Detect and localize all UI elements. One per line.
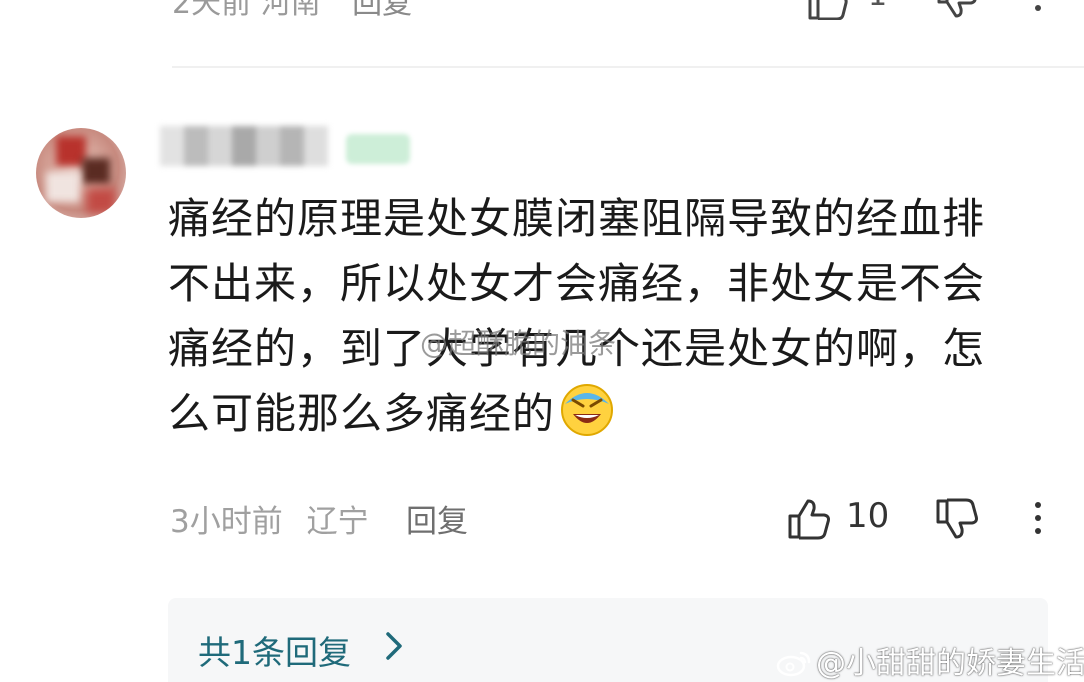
chevron-right-icon xyxy=(386,632,402,660)
more-vertical-icon[interactable] xyxy=(1028,0,1048,18)
user-level-badge xyxy=(346,134,410,164)
more-vertical-icon[interactable] xyxy=(1028,496,1048,542)
thumbs-down-icon[interactable] xyxy=(935,0,979,20)
comment-text: 痛经的原理是处女膜闭塞阻隔导致的经血排 不出来，所以处女才会痛经，非处女是不会 … xyxy=(168,186,1048,446)
previous-comment-meta: 2天前 河南 回复 xyxy=(172,0,412,22)
like-count: 10 xyxy=(846,496,890,536)
thumbs-up-icon[interactable] xyxy=(806,0,850,20)
comment-location: 辽宁 xyxy=(306,504,369,540)
comment-line-1: 痛经的原理是处女膜闭塞阻隔导致的经血排 xyxy=(168,194,986,243)
grinning-face-icon xyxy=(561,384,614,436)
overlay-watermark: @超酥脆的油条 xyxy=(420,327,617,360)
comment-line-4: 么可能那么多痛经的 xyxy=(168,381,1048,446)
watermark-text: @小甜甜的娇妻生活 xyxy=(816,646,1084,681)
weibo-watermark: @小甜甜的娇妻生活 xyxy=(776,638,1084,682)
avatar[interactable] xyxy=(36,128,126,218)
comment-time: 3小时前 xyxy=(170,504,283,540)
replies-count-label: 共1条回复 xyxy=(198,633,351,672)
comment-line-4-text: 么可能那么多痛经的 xyxy=(168,389,556,438)
previous-like-count: 1 xyxy=(868,0,887,13)
thumbs-up-icon[interactable] xyxy=(786,496,832,540)
weibo-logo-icon xyxy=(776,651,811,677)
thumbs-down-icon[interactable] xyxy=(934,498,980,542)
previous-comment-footer: 2天前 河南 回复 1 xyxy=(0,0,1084,22)
comment-line-2: 不出来，所以处女才会痛经，非处女是不会 xyxy=(168,259,986,308)
comment-divider xyxy=(172,66,1084,68)
reply-button[interactable]: 回复 xyxy=(406,496,468,541)
username-blurred[interactable] xyxy=(160,126,328,166)
previous-comment-time-location: 2天前 河南 xyxy=(172,0,321,21)
comment-meta: 3小时前 辽宁 回复 xyxy=(170,496,468,541)
previous-reply-button[interactable]: 回复 xyxy=(352,0,412,21)
